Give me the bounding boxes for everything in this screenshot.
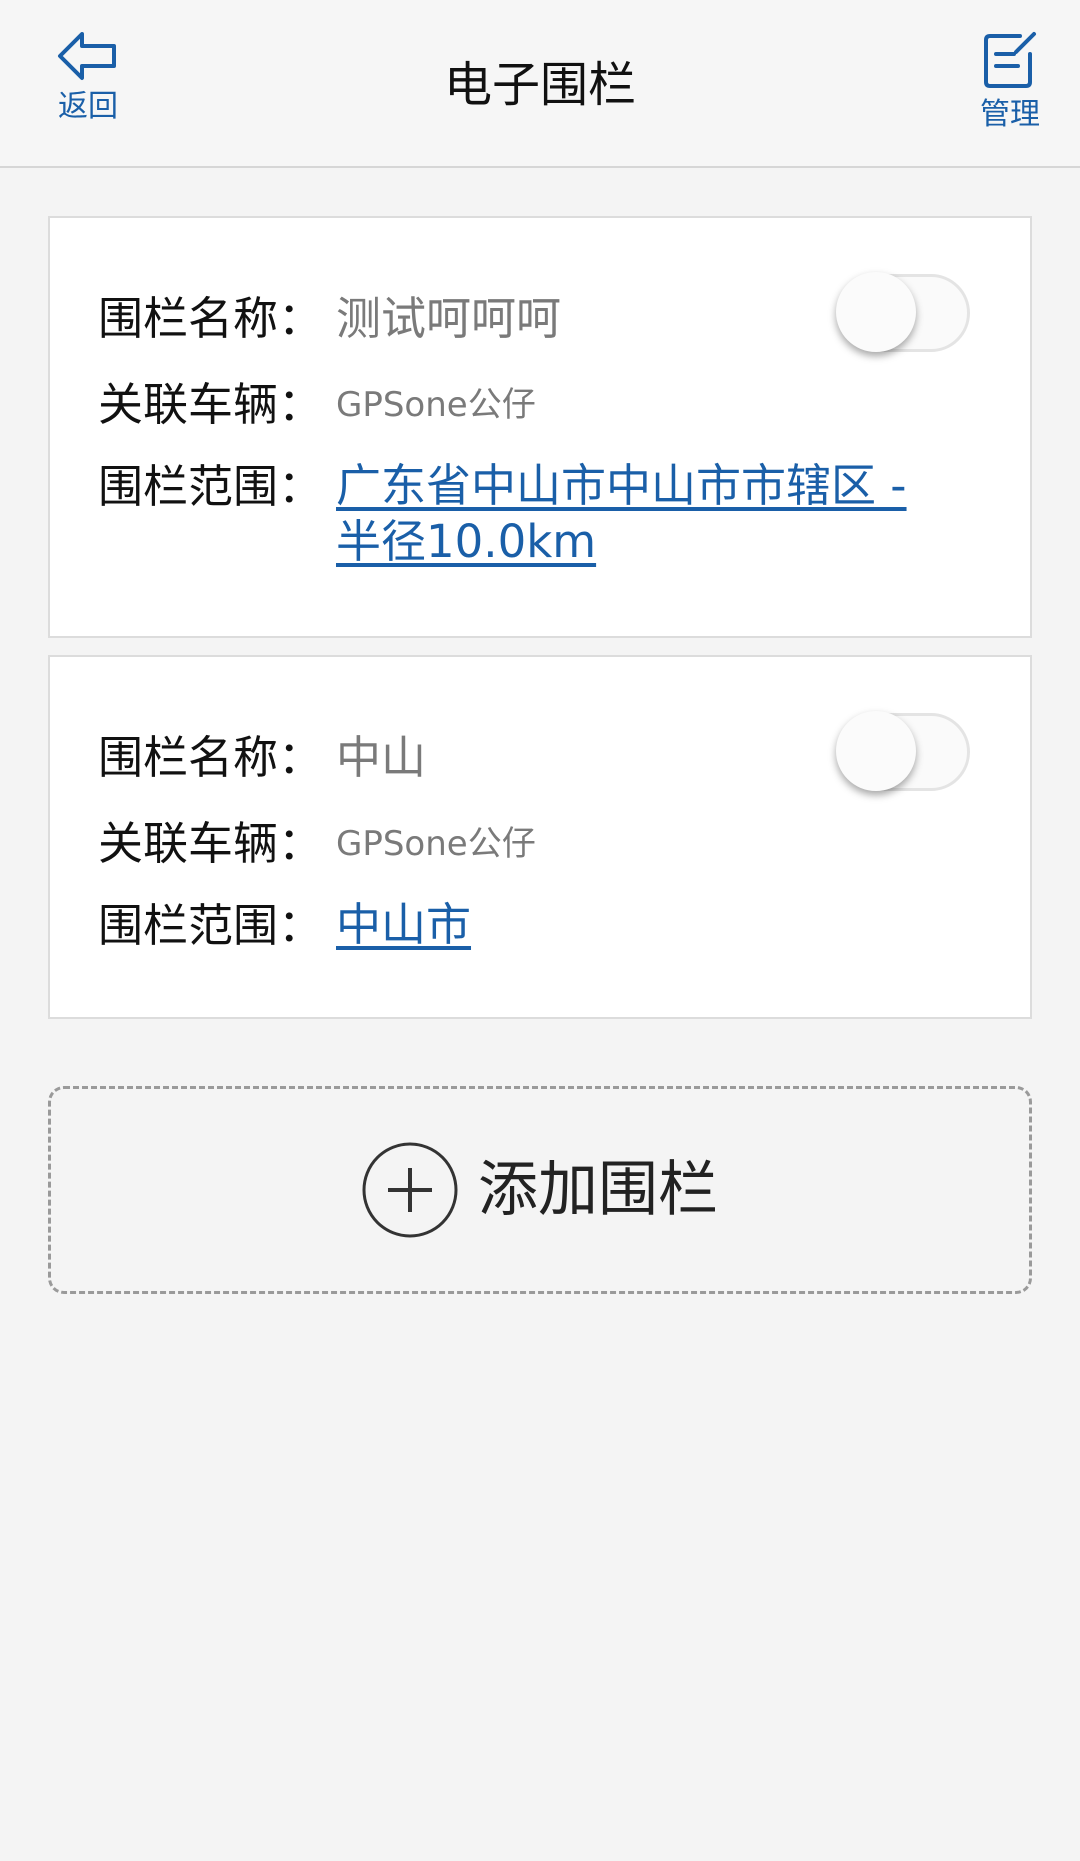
fence-range-row: 围栏范围： 广东省中山市中山市市辖区 - 半径10.0km <box>98 458 936 570</box>
fence-vehicle-row: 关联车辆： GPSone公仔 <box>98 815 536 873</box>
fence-range-key: 围栏范围： <box>98 899 324 952</box>
fence-vehicle-value: GPSone公仔 <box>336 824 536 864</box>
toggle-knob <box>836 711 916 791</box>
fence-name-value: 测试呵呵呵 <box>336 292 562 345</box>
add-fence-button[interactable]: 添加围栏 <box>48 1086 1032 1294</box>
header-bar: 返回 电子围栏 管理 <box>0 0 1080 168</box>
fence-vehicle-value: GPSone公仔 <box>336 385 536 425</box>
fence-vehicle-key: 关联车辆： <box>98 378 324 431</box>
page-title: 电子围栏 <box>443 57 636 113</box>
fence-name-key: 围栏名称： <box>98 731 324 784</box>
fence-range-key: 围栏范围： <box>98 460 324 513</box>
fence-vehicle-key: 关联车辆： <box>98 817 324 870</box>
manage-button[interactable]: 管理 <box>950 30 1070 140</box>
fence-range-row: 围栏范围： 中山市 <box>98 897 936 955</box>
add-fence-label: 添加围栏 <box>478 1155 718 1225</box>
fence-name-row: 围栏名称： 中山 <box>98 729 426 787</box>
plus-circle-icon <box>362 1142 458 1238</box>
fence-enable-toggle[interactable] <box>834 270 970 354</box>
fence-vehicle-row: 关联车辆： GPSone公仔 <box>98 376 536 434</box>
toggle-knob <box>836 272 916 352</box>
fence-enable-toggle[interactable] <box>834 709 970 793</box>
fence-name-key: 围栏名称： <box>98 292 324 345</box>
fence-card[interactable]: 围栏名称： 测试呵呵呵 关联车辆： GPSone公仔 围栏范围： 广东省中山市中… <box>48 216 1032 638</box>
fence-name-value: 中山 <box>336 731 427 784</box>
manage-label: 管理 <box>980 97 1040 132</box>
edit-note-icon <box>984 32 1036 88</box>
fence-card[interactable]: 围栏名称： 中山 关联车辆： GPSone公仔 围栏范围： 中山市 <box>48 655 1032 1019</box>
fence-range-link[interactable]: 广东省中山市中山市市辖区 - 半径10.0km <box>336 458 936 570</box>
fence-range-link[interactable]: 中山市 <box>336 897 936 953</box>
fence-name-row: 围栏名称： 测试呵呵呵 <box>98 290 561 348</box>
